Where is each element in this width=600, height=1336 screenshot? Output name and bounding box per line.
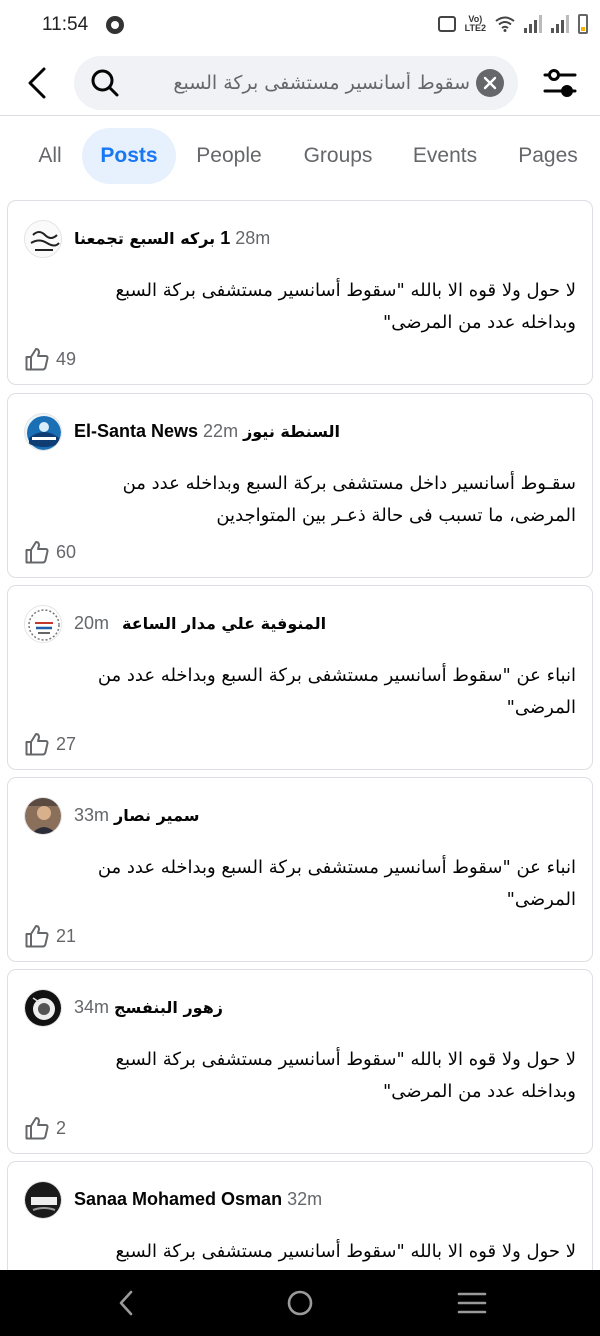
post-time: 22m xyxy=(203,420,239,441)
post-text: لا حول ولا قوه الا بالله "سقوط أسانسير م… xyxy=(115,280,576,333)
clear-icon xyxy=(483,76,497,90)
author-name[interactable]: El-Santa News xyxy=(74,421,198,442)
search-header xyxy=(0,50,600,116)
post-header: بركه السبع تجمعنا 1 28m xyxy=(74,225,270,251)
post-header: Sanaa Mohamed Osman 32m xyxy=(74,1186,322,1212)
like-icon xyxy=(25,348,49,371)
post-text: سقـوط أسانسير داخل مستشفى بركة السبع وبد… xyxy=(122,473,576,526)
profile-photo-icon xyxy=(25,798,61,834)
post-header: 20m المنوفية علي مدار الساعة xyxy=(74,610,326,636)
nav-back-button[interactable] xyxy=(108,1286,144,1320)
like-count: 2 xyxy=(56,1117,67,1138)
like-count: 27 xyxy=(56,733,77,754)
search-input[interactable] xyxy=(130,66,470,100)
reactions[interactable]: 49 xyxy=(24,346,76,372)
post-time: 33m xyxy=(74,804,110,825)
reactions[interactable]: 21 xyxy=(24,923,76,949)
search-icon xyxy=(91,69,119,97)
signal-2-icon xyxy=(551,15,569,33)
tab-groups[interactable]: Groups xyxy=(292,128,384,184)
author-name[interactable]: زهور البنفسج xyxy=(114,998,223,1017)
battery-icon xyxy=(578,14,588,34)
signal-1-icon xyxy=(524,15,542,33)
filter-sliders-icon[interactable] xyxy=(542,64,578,102)
like-count: 49 xyxy=(56,348,77,369)
clear-search-button[interactable] xyxy=(476,69,504,97)
like-icon xyxy=(25,541,49,564)
tab-posts[interactable]: Posts xyxy=(82,128,176,184)
post-time: 20m xyxy=(74,612,110,633)
wifi-icon xyxy=(495,16,515,32)
back-button[interactable] xyxy=(20,64,54,102)
post-header: 34m زهور البنفسج xyxy=(74,994,223,1020)
reactions[interactable]: 60 xyxy=(24,539,76,565)
nav-recents-button[interactable] xyxy=(454,1286,490,1320)
profile-photo-icon xyxy=(25,1182,61,1218)
author-name[interactable]: المنوفية علي مدار الساعة xyxy=(122,614,326,633)
like-icon xyxy=(25,1117,49,1140)
nav-home-icon xyxy=(287,1290,313,1316)
back-arrow-icon xyxy=(28,67,46,99)
author-name[interactable]: Sanaa Mohamed Osman xyxy=(74,1189,282,1210)
avatar[interactable] xyxy=(24,605,62,643)
post-card[interactable]: 33m سمير نصار انباء عن "سقوط أسانسير مست… xyxy=(7,777,593,962)
nav-back-icon xyxy=(119,1290,133,1316)
system-navigation-bar xyxy=(0,1270,600,1336)
like-icon xyxy=(25,733,49,756)
network-label: Vo) LTE2 xyxy=(464,14,486,33)
status-time: 11:54 xyxy=(42,14,89,35)
like-icon xyxy=(25,925,49,948)
author-name[interactable]: بركه السبع تجمعنا xyxy=(74,229,215,248)
author-name-arabic[interactable]: السنطة نيوز xyxy=(243,422,340,441)
tab-pages[interactable]: Pages xyxy=(508,128,588,184)
status-icons: Vo) LTE2 xyxy=(437,14,588,34)
post-time: 34m xyxy=(74,996,110,1017)
tab-all[interactable]: All xyxy=(26,128,74,184)
like-count: 21 xyxy=(56,925,77,946)
reactions[interactable]: 2 xyxy=(24,1115,66,1141)
nav-recents-icon xyxy=(457,1292,487,1314)
post-time: 32m xyxy=(287,1188,323,1209)
post-time: 28m xyxy=(235,227,271,248)
avatar[interactable] xyxy=(24,797,62,835)
nav-home-button[interactable] xyxy=(282,1286,318,1320)
reactions[interactable]: 27 xyxy=(24,731,76,757)
post-text: لا حول ولا قوه الا بالله "سقوط أسانسير م… xyxy=(115,1241,576,1262)
post-text: لا حول ولا قوه الا بالله "سقوط أسانسير م… xyxy=(115,1049,576,1102)
post-text: انباء عن "سقوط أسانسير مستشفى بركة السبع… xyxy=(97,857,576,910)
page-logo-icon xyxy=(25,606,61,642)
page-logo-icon xyxy=(25,221,61,257)
post-header: El-Santa News 22m السنطة نيوز xyxy=(74,418,340,444)
vibrate-icon xyxy=(437,16,456,32)
post-card[interactable]: 20m المنوفية علي مدار الساعة انباء عن "س… xyxy=(7,585,593,770)
status-bar: 11:54 Vo) LTE2 xyxy=(0,0,600,50)
post-text: انباء عن "سقوط أسانسير مستشفى بركة السبع… xyxy=(97,665,576,718)
post-card[interactable]: بركه السبع تجمعنا 1 28m لا حول ولا قوه ا… xyxy=(7,200,593,385)
avatar[interactable] xyxy=(24,413,62,451)
avatar[interactable] xyxy=(24,220,62,258)
search-filter-tabs: All Posts People Groups Events Pages xyxy=(0,128,600,186)
profile-photo-icon xyxy=(25,990,61,1026)
avatar[interactable] xyxy=(24,1181,62,1219)
tab-people[interactable]: People xyxy=(186,128,272,184)
messenger-notification-icon xyxy=(106,16,124,34)
author-suffix[interactable]: 1 xyxy=(220,228,230,249)
like-count: 60 xyxy=(56,541,77,562)
post-card[interactable]: El-Santa News 22m السنطة نيوز سقـوط أسان… xyxy=(7,393,593,578)
page-logo-icon xyxy=(25,414,61,450)
author-name[interactable]: سمير نصار xyxy=(114,806,200,825)
post-header: 33m سمير نصار xyxy=(74,802,200,828)
search-bar[interactable] xyxy=(74,56,518,110)
avatar[interactable] xyxy=(24,989,62,1027)
post-card[interactable]: 34m زهور البنفسج لا حول ولا قوه الا بالل… xyxy=(7,969,593,1154)
tab-events[interactable]: Events xyxy=(402,128,488,184)
